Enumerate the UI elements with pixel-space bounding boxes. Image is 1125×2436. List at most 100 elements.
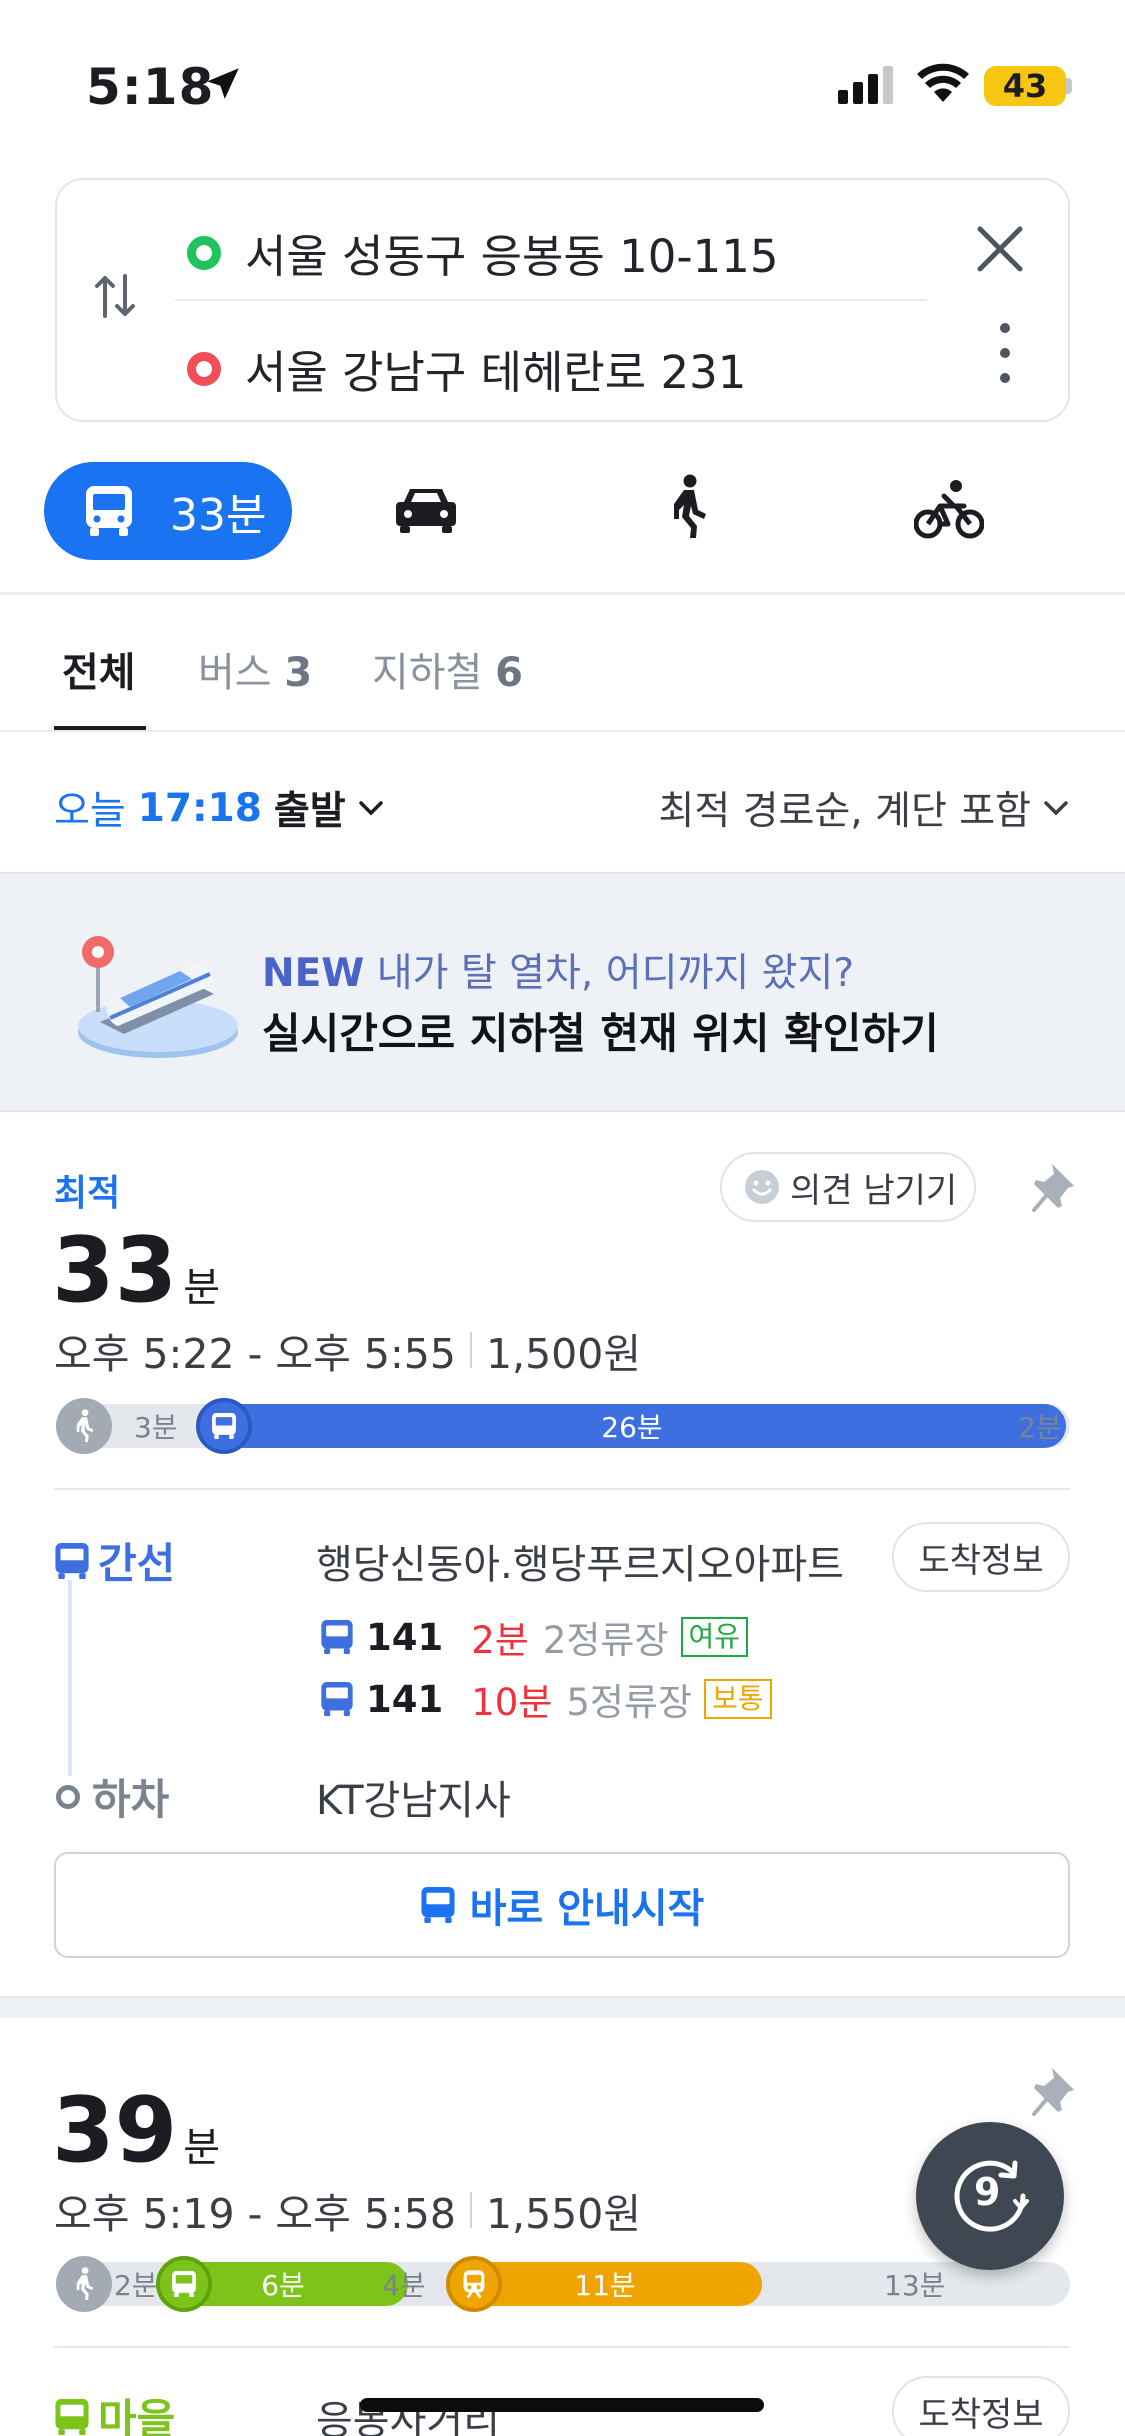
departure-time: 17:18 xyxy=(137,785,262,831)
tab-subway-count: 6 xyxy=(495,650,523,696)
tab-subway[interactable]: 지하철 6 xyxy=(372,640,523,698)
alight-label: 하차 xyxy=(56,1766,169,1827)
route-segment-bar: 3분 26분 2분 xyxy=(56,1398,1070,1454)
subway-location-banner[interactable]: NEW 내가 탈 열차, 어디까지 왔지? 실시간으로 지하철 현재 위치 확인… xyxy=(0,872,1125,1112)
bus-icon xyxy=(321,1620,353,1654)
close-icon[interactable] xyxy=(975,224,1025,274)
best-route-tag: 최적 xyxy=(54,1173,121,1214)
end-point-field[interactable]: 서울 강남구 테헤란로 231 xyxy=(187,336,746,401)
end-dot-icon xyxy=(187,351,221,386)
pin-icon[interactable] xyxy=(1032,2064,1078,2116)
start-navigation-button[interactable]: 바로 안내시작 xyxy=(54,1852,1070,1958)
feedback-button[interactable]: 의견 남기기 xyxy=(720,1152,976,1222)
banner-line1: 내가 탈 열차, 어디까지 왔지? xyxy=(376,951,855,996)
banner-line2: 실시간으로 지하철 현재 위치 확인하기 xyxy=(262,1009,939,1058)
bus-arrival-minutes: 2분 xyxy=(471,1619,529,1662)
route-segment-bar: 2분 6분 4분 11분 13분 xyxy=(56,2256,1070,2312)
bus-stops-away: 5정류장 xyxy=(566,1681,693,1724)
sort-label: 최적 경로순, 계단 포함 xyxy=(658,789,1031,834)
car-icon[interactable] xyxy=(394,484,458,534)
separator xyxy=(469,1332,472,1368)
bus-number: 141 xyxy=(366,1677,444,1721)
segment-walk-end: 2분 xyxy=(1018,1411,1062,1444)
arrival-info-button[interactable]: 도착정보 xyxy=(892,1522,1070,1592)
segment-walk-start: 2분 xyxy=(114,2269,158,2302)
separator xyxy=(469,2192,472,2228)
bus-arrival-row: 141 2분 2정류장 여유 xyxy=(320,1610,749,1664)
segment-walk-mid: 4분 xyxy=(382,2269,426,2302)
arrival-info-button[interactable]: 도착정보 xyxy=(892,2376,1070,2436)
time-range: 오후 5:19 - 오후 5:58 xyxy=(54,2190,456,2238)
fare: 1,500원 xyxy=(485,1330,642,1378)
segment-remaining: 13분 xyxy=(884,2269,946,2302)
bus-icon xyxy=(321,1682,353,1716)
start-dot-icon xyxy=(187,235,221,270)
refresh-count: 9 xyxy=(974,2170,1001,2214)
tab-bus-count: 3 xyxy=(284,650,313,696)
route-duration-unit: 분 xyxy=(183,1265,221,1311)
banner-new-tag: NEW xyxy=(262,951,365,996)
route-duration: 33 분 xyxy=(52,1218,220,1323)
fare: 1,550원 xyxy=(485,2190,642,2238)
tabs-divider xyxy=(0,730,1125,732)
chevron-down-icon xyxy=(1044,801,1068,816)
bus-stops-away: 2정류장 xyxy=(542,1619,669,1662)
refresh-button[interactable]: 9 xyxy=(916,2122,1064,2270)
route-duration: 39 분 xyxy=(52,2078,220,2183)
section-divider xyxy=(0,592,1125,595)
status-bar: 5:18 43 xyxy=(0,0,1125,170)
leg-type-label: 간선 xyxy=(98,1539,176,1588)
status-time: 5:18 xyxy=(86,58,215,116)
bus-icon xyxy=(196,1398,252,1454)
walk-icon xyxy=(56,2256,112,2312)
tab-bus[interactable]: 버스 3 xyxy=(198,640,312,698)
more-options-icon[interactable] xyxy=(999,322,1011,384)
route-time-range: 오후 5:19 - 오후 5:58 1,550원 xyxy=(54,2180,641,2240)
card-divider xyxy=(54,2346,1070,2348)
route-leg-line xyxy=(68,1580,72,1776)
route-divider xyxy=(175,299,927,301)
subway-icon xyxy=(446,2256,502,2312)
bus-icon xyxy=(86,486,132,536)
end-point-text: 서울 강남구 테헤란로 231 xyxy=(245,346,747,399)
bus-number: 141 xyxy=(366,1615,444,1659)
crowd-badge: 보통 xyxy=(704,1679,772,1719)
route-time-range: 오후 5:22 - 오후 5:55 1,500원 xyxy=(54,1320,641,1380)
feedback-label: 의견 남기기 xyxy=(790,1170,958,1211)
mode-transit-button[interactable]: 33분 xyxy=(44,462,292,560)
alight-stop: KT강남지사 xyxy=(316,1778,511,1824)
swap-icon[interactable] xyxy=(93,272,137,320)
start-navigation-label: 바로 안내시작 xyxy=(469,1886,705,1932)
tab-bus-label: 버스 xyxy=(198,650,272,696)
bus-icon xyxy=(55,2398,89,2435)
smile-icon xyxy=(745,1170,779,1204)
sort-selector[interactable]: 최적 경로순, 계단 포함 xyxy=(658,780,1069,836)
departure-label: 출발 xyxy=(273,789,346,834)
battery-cap xyxy=(1066,78,1072,94)
segment-walk-start: 3분 xyxy=(134,1411,178,1444)
bus-icon xyxy=(55,1542,89,1579)
wifi-icon xyxy=(917,63,969,102)
leg-type-label: 마을 xyxy=(98,2395,176,2436)
walk-icon[interactable] xyxy=(668,474,708,540)
alight-ring-icon xyxy=(56,1784,80,1809)
leg-type-trunk: 간선 xyxy=(54,1530,175,1591)
battery-icon: 43 xyxy=(984,66,1066,106)
bicycle-icon[interactable] xyxy=(914,478,984,540)
boarding-stop: 행당신동아.행당푸르지오아파트 xyxy=(316,1542,844,1588)
tab-all[interactable]: 전체 xyxy=(62,640,136,698)
pin-icon[interactable] xyxy=(1032,1160,1078,1212)
boarding-stop: 응봉사거리 xyxy=(316,2398,500,2436)
route-duration-value: 39 xyxy=(52,2078,178,2183)
time-range: 오후 5:22 - 오후 5:55 xyxy=(54,1330,456,1378)
card-divider xyxy=(54,1488,1070,1490)
walk-icon xyxy=(56,1398,112,1454)
departure-time-selector[interactable]: 오늘 17:18 출발 xyxy=(54,780,384,836)
bus-icon xyxy=(156,2256,212,2312)
cellular-signal-icon xyxy=(838,66,893,104)
crowd-badge: 여유 xyxy=(680,1617,749,1657)
departure-day: 오늘 xyxy=(54,789,126,834)
banner-headline: NEW 내가 탈 열차, 어디까지 왔지? xyxy=(262,942,854,998)
start-point-field[interactable]: 서울 성동구 응봉동 10-115 xyxy=(187,220,779,285)
train-illustration-icon xyxy=(78,936,238,1058)
